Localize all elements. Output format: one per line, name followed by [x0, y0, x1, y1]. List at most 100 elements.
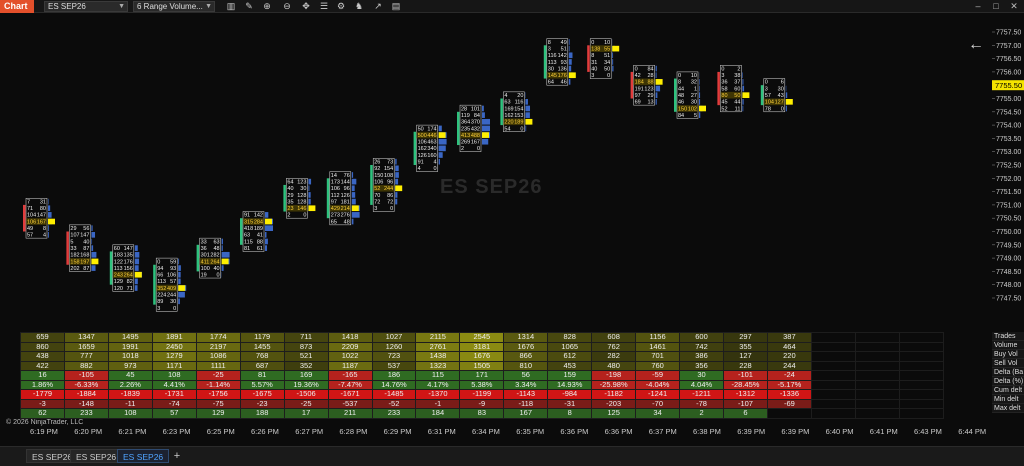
- footprint-bar[interactable]: 91 142315 284418 189 63 41 115 88 81 61: [240, 211, 273, 252]
- ask-volume-cell: 84: [647, 66, 653, 72]
- minimize-icon[interactable]: –: [972, 0, 984, 13]
- poc-marker: [221, 258, 229, 265]
- stats-cell: 1065: [547, 341, 593, 352]
- footprint-bar[interactable]: 28 101119 84 364 370235 432413 488269 167 2 0: [457, 104, 490, 152]
- footprint-bar[interactable]: 60 147183 135122 176113 156243 264129 82 120 71: [109, 244, 143, 292]
- footprint-bar[interactable]: 14 76 173 144106 96 112 126 97 181429 214273 276 65…: [326, 171, 360, 226]
- ask-volume-cell: 43: [778, 93, 784, 99]
- candle-body: [674, 78, 677, 112]
- stats-cell: 711: [283, 332, 329, 343]
- zoom-in-icon[interactable]: ⊕: [261, 0, 273, 13]
- volume-profile-bar: [48, 232, 49, 238]
- tab-es-sep26-2[interactable]: ES SEP26: [70, 449, 123, 463]
- price-axis[interactable]: 7757.50 7757.00 7756.50 7756.00 7755.50 7755.…: [992, 14, 1024, 334]
- footprint-bar[interactable]: 33 63 36 48301 282411 264100 40 19 0: [196, 237, 230, 279]
- maximize-icon[interactable]: □: [990, 0, 1002, 13]
- footprint-chart[interactable]: 7 3171 80104 147106 16749 857 4 29 56107 1475 4033…: [0, 14, 992, 334]
- bid-volume-cell: 0: [765, 80, 768, 86]
- poc-marker: [395, 185, 403, 192]
- stats-cell: -1370: [415, 389, 461, 400]
- time-tick-label: 6:21 PM: [118, 427, 147, 436]
- bid-volume-cell: 36: [201, 246, 207, 252]
- ask-volume-cell: 409: [167, 286, 176, 292]
- footprint-bar[interactable]: 26 7392 154150 108106 9652 24470 8672 723 0: [370, 158, 403, 212]
- volume-profile-bar: [612, 59, 614, 65]
- stats-cell: 244: [766, 360, 812, 371]
- ask-volume-cell: 142: [254, 213, 263, 219]
- volume-profile-bar: [395, 192, 398, 198]
- stats-cell: 129: [195, 408, 241, 419]
- bid-volume-cell: 33: [201, 239, 207, 245]
- footprint-bar[interactable]: 4 20 63 116169 154162 153220 189 54 0: [500, 91, 533, 132]
- bid-volume-cell: 411: [201, 259, 210, 265]
- bid-volume-cell: 100: [201, 266, 210, 272]
- volume-profile-bar: [395, 165, 399, 172]
- ask-volume-cell: 128: [297, 199, 306, 205]
- footprint-bar[interactable]: 0 10 8 32 44 1 48 27 46 30 150 102 84 5: [674, 71, 706, 119]
- stats-empty-cell: [854, 351, 900, 362]
- properties-icon[interactable]: ⚙: [335, 0, 347, 13]
- stats-cell: 211: [327, 408, 373, 419]
- footprint-bar[interactable]: 8 49 3 51 116 142113 93 30 136145 176 64 46: [543, 38, 576, 86]
- ask-volume-cell: 30: [170, 299, 176, 305]
- footprint-bar[interactable]: 50 174500 446106 463162 340126 16091 44 0: [413, 124, 447, 172]
- time-tick-label: 6:36 PM: [604, 427, 633, 436]
- bid-volume-cell: 3: [721, 73, 724, 79]
- volume-profile-bar: [91, 251, 97, 258]
- volume-profile-bar: [699, 99, 701, 105]
- ask-volume-cell: 282: [210, 253, 219, 259]
- stats-cell: -1839: [107, 389, 153, 400]
- bid-volume-cell: 122: [114, 259, 123, 265]
- stats-cell: 701: [635, 351, 681, 362]
- poc-marker: [742, 92, 750, 98]
- volume-profile-bar: [48, 225, 49, 231]
- data-box-icon[interactable]: ▤: [390, 0, 402, 13]
- bid-volume-cell: 44: [678, 86, 684, 92]
- volume-profile-bar: [221, 238, 223, 245]
- bid-volume-cell: 8: [678, 80, 681, 86]
- volume-profile-bar: [91, 238, 93, 245]
- add-tab-icon[interactable]: +: [171, 450, 183, 462]
- hand-icon[interactable]: ☰: [318, 0, 330, 13]
- bar-style-icon[interactable]: ▥: [225, 0, 237, 13]
- poc-marker: [134, 271, 142, 278]
- strategy-icon[interactable]: ♞: [353, 0, 365, 13]
- indicator-icon[interactable]: ↗: [372, 0, 384, 13]
- volume-profile-bar: [308, 185, 310, 192]
- time-axis[interactable]: 6:19 PM 6:20 PM 6:21 PM 6:23 PM 6:25 PM 6:26 …: [0, 426, 992, 438]
- footprint-bar[interactable]: 0 84 42 28184 88191 12397 29 69 13: [630, 65, 663, 106]
- footprint-bar[interactable]: 0 6 3 30 57 43 104 127 78 0: [760, 78, 793, 113]
- bid-volume-cell: 0: [591, 40, 594, 46]
- footprint-bar[interactable]: 0 2 3 38 36 37 58 60 80 50 45 44 52 11: [717, 65, 750, 112]
- stats-cell: 3.34%: [503, 379, 549, 390]
- ask-volume-cell: 197: [80, 259, 89, 265]
- footprint-bar[interactable]: 64 123 40 30 29 128 35 128 23 146 2 0: [283, 178, 316, 219]
- ask-volume-cell: 73: [387, 160, 393, 166]
- crosshair-icon[interactable]: ✥: [300, 0, 312, 13]
- stats-cell: 1461: [635, 341, 681, 352]
- footprint-bar[interactable]: 29 56 107 147 5 40 33 87 182 168158 197202 87: [66, 224, 99, 272]
- close-icon[interactable]: ✕: [1008, 0, 1020, 13]
- stats-empty-cell: [854, 360, 900, 371]
- zoom-out-icon[interactable]: ⊖: [281, 0, 293, 13]
- footprint-bar[interactable]: 0 10 138 55 8 51 31 34 40 50 3 0: [587, 38, 620, 79]
- ask-volume-cell: 4: [434, 160, 437, 166]
- stats-row: 16 -105 45 108 -25 81 169 -165 186 115 171 56 159 -19…: [20, 370, 945, 381]
- bar-type-selector[interactable]: 6 Range Volume... ▼: [133, 1, 215, 12]
- stats-cell: 62: [20, 408, 65, 419]
- stats-cell: 30: [679, 370, 724, 381]
- poc-marker: [48, 218, 55, 225]
- bid-volume-cell: 8: [548, 40, 551, 46]
- instrument-selector[interactable]: ES SEP26 ▼: [44, 1, 128, 12]
- bid-volume-cell: 63: [244, 233, 250, 239]
- footprint-bar[interactable]: 0 5994 9366 106113 57352 409224 24489 303 0: [153, 257, 187, 312]
- stats-cell: -203: [591, 398, 637, 409]
- time-tick-label: 6:27 PM: [295, 427, 324, 436]
- tab-es-sep26-3[interactable]: ES SEP26: [117, 449, 170, 463]
- footprint-bar[interactable]: 7 31 71 80 104 147106 167 49 8 57 4: [23, 198, 55, 239]
- stats-cell: 2761: [415, 341, 461, 352]
- draw-tool-icon[interactable]: ✎: [243, 0, 255, 13]
- volume-profile-bar: [482, 125, 490, 132]
- bid-volume-cell: 120: [114, 286, 123, 292]
- volume-profile-bar: [482, 105, 484, 112]
